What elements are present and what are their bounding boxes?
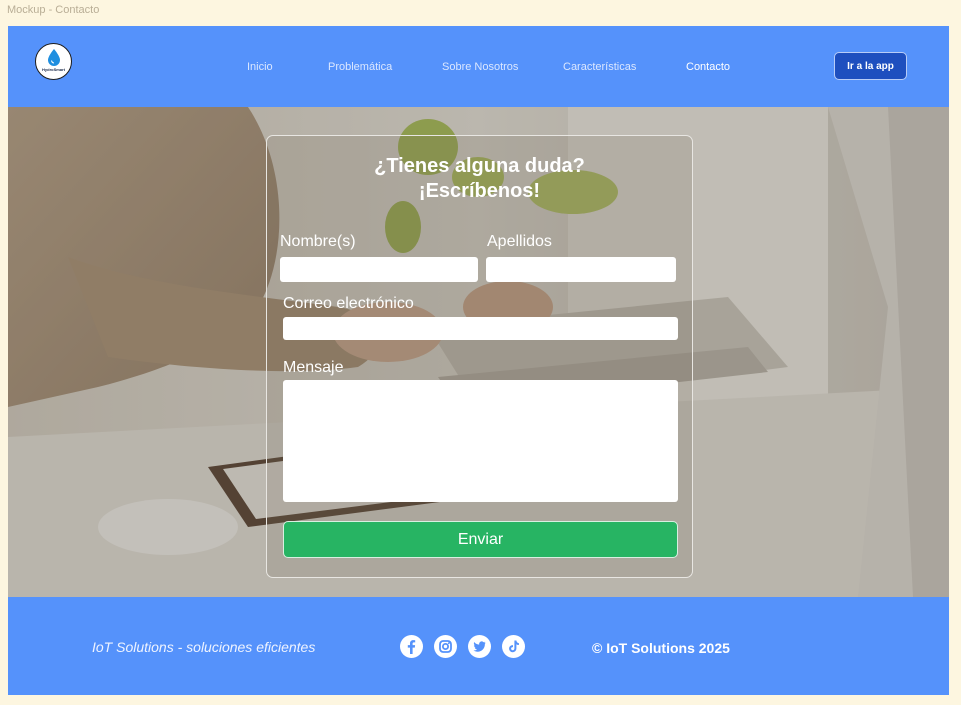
message-label: Mensaje <box>283 359 344 376</box>
last-name-input[interactable] <box>486 257 676 282</box>
frame-label: Mockup - Contacto <box>7 4 100 16</box>
footer-tagline: IoT Solutions - soluciones eficientes <box>92 639 316 655</box>
water-drop-icon <box>47 48 60 66</box>
send-button[interactable]: Enviar <box>283 521 678 558</box>
last-name-label: Apellidos <box>487 233 552 250</box>
nav-item-contacto[interactable]: Contacto <box>686 61 730 73</box>
page-frame: HydroSmart Inicio Problemática Sobre Nos… <box>8 26 949 695</box>
go-to-app-button[interactable]: Ir a la app <box>834 52 907 80</box>
copyright-text: © IoT Solutions 2025 <box>592 640 730 656</box>
logo[interactable]: HydroSmart <box>35 43 72 80</box>
logo-text: HydroSmart <box>42 66 65 72</box>
header: HydroSmart Inicio Problemática Sobre Nos… <box>8 26 949 107</box>
nav-item-sobre-nosotros[interactable]: Sobre Nosotros <box>442 61 518 73</box>
twitter-icon[interactable] <box>468 635 491 658</box>
contact-form-card: ¿Tienes alguna duda? ¡Escríbenos! Nombre… <box>266 135 693 578</box>
form-title-line-1: ¿Tienes alguna duda? <box>374 155 585 177</box>
hero-section: ¿Tienes alguna duda? ¡Escríbenos! Nombre… <box>8 107 949 597</box>
email-label: Correo electrónico <box>283 295 414 312</box>
form-title-line-2: ¡Escríbenos! <box>418 180 541 202</box>
email-input[interactable] <box>283 317 678 340</box>
message-textarea[interactable] <box>283 380 678 502</box>
form-title: ¿Tienes alguna duda? ¡Escríbenos! <box>267 154 692 204</box>
footer: IoT Solutions - soluciones eficientes © … <box>8 597 949 695</box>
first-name-input[interactable] <box>280 257 478 282</box>
facebook-icon[interactable] <box>400 635 423 658</box>
nav-item-caracteristicas[interactable]: Características <box>563 61 636 73</box>
instagram-icon[interactable] <box>434 635 457 658</box>
tiktok-icon[interactable] <box>502 635 525 658</box>
nav-item-problematica[interactable]: Problemática <box>328 61 392 73</box>
nav-item-inicio[interactable]: Inicio <box>247 61 273 73</box>
first-name-label: Nombre(s) <box>280 233 356 250</box>
